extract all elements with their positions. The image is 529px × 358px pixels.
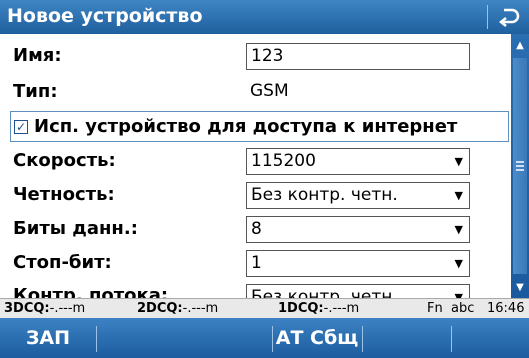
grip-line [516,165,524,167]
parity-select[interactable]: Без контр. четн. ▼ [246,182,470,209]
dcq3-value: -.---m [49,301,86,316]
fn-indicator: Fn [427,301,443,316]
softkey-4[interactable] [363,318,451,358]
name-value: 123 [251,46,284,66]
type-label: Тип: [13,81,58,102]
dropdown-arrow-icon: ▼ [454,291,463,298]
title-separator [487,5,488,29]
title-bar: Новое устройство [0,0,529,34]
dcq2-value: -.---m [182,301,219,316]
dcq1-value: -.---m [323,301,360,316]
scroll-track[interactable] [513,58,527,274]
parity-label: Четность: [13,184,115,205]
dropdown-arrow-icon: ▼ [454,257,463,270]
input-mode-indicator: abc [451,301,475,316]
dcq3-status: 3DCQ:-.---m [4,299,85,318]
type-value: GSM [250,81,289,101]
parity-value: Без контр. четн. [251,185,398,205]
dcq3-label: 3DCQ: [4,301,50,316]
stop-bit-value: 1 [251,253,262,273]
softkey-2[interactable] [97,318,185,358]
dcq1-label: 1DCQ: [278,301,324,316]
dcq2-status: 2DCQ:-.---m [137,299,218,318]
save-softkey[interactable]: ЗАП [0,318,96,358]
speed-value: 115200 [251,151,316,171]
at-commands-softkey[interactable]: АТ Сбщ [272,318,362,358]
dropdown-arrow-icon: ▼ [454,189,463,202]
window-title: Новое устройство [7,5,203,27]
flow-control-value: Без контр. четн. [251,287,398,298]
use-internet-checkbox-row[interactable]: ✓ Исп. устройство для доступа к интернет [10,111,509,142]
speed-label: Скорость: [13,150,116,171]
scroll-up-icon[interactable]: ▲ [511,34,529,56]
speed-select[interactable]: 115200 ▼ [246,148,470,175]
stop-bit-label: Стоп-бит: [13,252,112,273]
checkmark-icon: ✓ [15,119,27,134]
status-line: 3DCQ:-.---m 2DCQ:-.---m 1DCQ:-.---m Fn a… [0,298,529,318]
softkey-divider [272,326,273,352]
stop-bit-select[interactable]: 1 ▼ [246,250,470,277]
grip-line [516,169,524,171]
clock: 16:46 [487,301,525,316]
scroll-thumb[interactable] [513,58,527,274]
data-bits-value: 8 [251,219,262,239]
softkey-bar: ЗАП АТ Сбщ [0,318,529,358]
return-arrow-icon[interactable] [494,2,524,32]
name-field[interactable]: 123 [246,43,470,70]
use-internet-checkbox[interactable]: ✓ [14,119,28,134]
flow-control-select[interactable]: Без контр. четн. ▼ [246,284,470,298]
name-label: Имя: [13,45,62,66]
dcq2-label: 2DCQ: [137,301,183,316]
data-bits-select[interactable]: 8 ▼ [246,216,470,243]
dcq1-status: 1DCQ:-.---m [278,299,359,318]
dropdown-arrow-icon: ▼ [454,155,463,168]
use-internet-label: Исп. устройство для доступа к интернет [34,116,458,137]
vertical-scrollbar[interactable]: ▲ ▼ [511,34,529,298]
scroll-down-icon[interactable]: ▼ [511,276,529,298]
softkey-divider [451,326,452,352]
dropdown-arrow-icon: ▼ [454,223,463,236]
data-bits-label: Биты данн.: [13,218,138,239]
grip-line [516,161,524,163]
